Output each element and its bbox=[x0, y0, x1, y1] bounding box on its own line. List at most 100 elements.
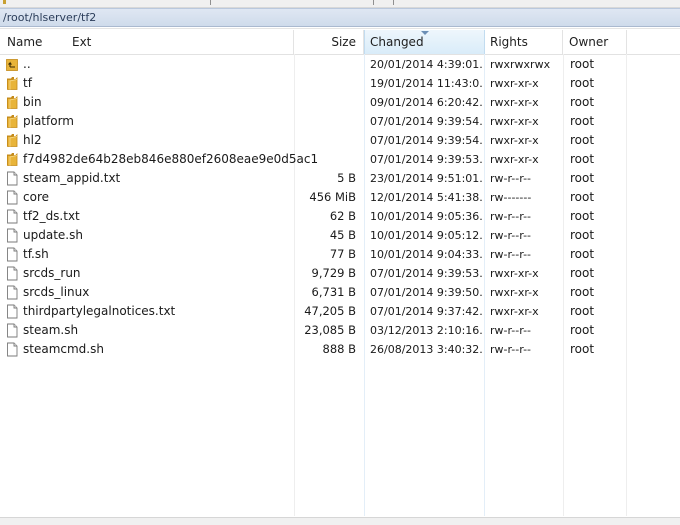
file-icon bbox=[5, 285, 19, 300]
file-rights: rwxr-xr-x bbox=[490, 77, 539, 90]
file-changed: 19/01/2014 11:43:0... bbox=[370, 77, 482, 90]
file-row[interactable]: platform 07/01/2014 9:39:54... rwxr-xr-x ro… bbox=[0, 112, 680, 131]
file-owner: root bbox=[570, 209, 595, 223]
sort-descending-icon bbox=[421, 31, 429, 35]
file-changed: 10/01/2014 9:05:36... bbox=[370, 210, 482, 223]
file-row[interactable]: steam_appid.txt 5 B 23/01/2014 9:51:01... r… bbox=[0, 169, 680, 188]
file-size: 47,205 B bbox=[304, 304, 356, 318]
column-header-owner[interactable]: Owner bbox=[563, 30, 627, 54]
file-icon bbox=[5, 304, 19, 319]
column-name-label: Name bbox=[7, 35, 43, 49]
file-rights: rwxr-xr-x bbox=[490, 134, 539, 147]
file-rights: rwxrwxrwx bbox=[490, 58, 551, 71]
file-row[interactable]: tf2_ds.txt 62 B 10/01/2014 9:05:36... rw-r-… bbox=[0, 207, 680, 226]
toolbar-separator bbox=[393, 0, 394, 5]
file-size bbox=[294, 93, 356, 112]
file-size bbox=[294, 131, 356, 150]
file-changed: 10/01/2014 9:05:12... bbox=[370, 229, 482, 242]
file-row[interactable]: srcds_linux 6,731 B 07/01/2014 9:39:50... r… bbox=[0, 283, 680, 302]
file-owner: root bbox=[570, 247, 595, 261]
file-rights: rw-r--r-- bbox=[490, 210, 532, 223]
column-changed-label: Changed bbox=[370, 35, 424, 49]
file-rights: rwxr-xr-x bbox=[490, 286, 539, 299]
file-rights: rwxr-xr-x bbox=[490, 267, 539, 280]
column-header-changed[interactable]: Changed bbox=[364, 30, 485, 54]
toolbar-separator bbox=[373, 0, 374, 5]
file-owner: root bbox=[570, 171, 595, 185]
file-owner: root bbox=[570, 152, 595, 166]
file-row[interactable]: update.sh 45 B 10/01/2014 9:05:12... rw-r--… bbox=[0, 226, 680, 245]
folder-icon bbox=[5, 152, 19, 167]
file-changed: 23/01/2014 9:51:01... bbox=[370, 172, 482, 185]
file-icon bbox=[5, 209, 19, 224]
file-icon bbox=[5, 266, 19, 281]
file-changed: 20/01/2014 4:39:01... bbox=[370, 58, 482, 71]
file-changed: 07/01/2014 9:37:42... bbox=[370, 305, 482, 318]
column-size-label: Size bbox=[331, 35, 356, 49]
folder-icon bbox=[5, 133, 19, 148]
file-owner: root bbox=[570, 285, 595, 299]
file-owner: root bbox=[570, 190, 595, 204]
file-rights: rw-r--r-- bbox=[490, 172, 532, 185]
file-row[interactable]: core 456 MiB 12/01/2014 5:41:38... rw------… bbox=[0, 188, 680, 207]
file-changed: 26/08/2013 3:40:32... bbox=[370, 343, 482, 356]
file-rights: rw-r--r-- bbox=[490, 343, 532, 356]
parent-folder-icon bbox=[5, 57, 19, 72]
file-owner: root bbox=[570, 57, 595, 71]
folder-icon bbox=[5, 76, 19, 91]
file-rights: rw-r--r-- bbox=[490, 324, 532, 337]
file-changed: 03/12/2013 2:10:16... bbox=[370, 324, 482, 337]
file-size: 23,085 B bbox=[304, 323, 356, 337]
file-row[interactable]: f7d4982de64b28eb846e880ef2608eae9e0d5ac1… bbox=[0, 150, 680, 169]
file-owner: root bbox=[570, 304, 595, 318]
file-rights: rwxr-xr-x bbox=[490, 96, 539, 109]
file-size: 62 B bbox=[329, 209, 356, 223]
file-row[interactable]: bin 09/01/2014 6:20:42... rwxr-xr-x root bbox=[0, 93, 680, 112]
file-owner: root bbox=[570, 228, 595, 242]
file-changed: 07/01/2014 9:39:54... bbox=[370, 115, 482, 128]
toolbar-icon-fragment bbox=[3, 0, 6, 4]
file-changed: 07/01/2014 9:39:50... bbox=[370, 286, 482, 299]
file-size bbox=[294, 55, 356, 74]
file-changed: 07/01/2014 9:39:53... bbox=[370, 153, 482, 166]
file-size: 456 MiB bbox=[309, 190, 356, 204]
file-owner: root bbox=[570, 266, 595, 280]
file-row[interactable]: srcds_run 9,729 B 07/01/2014 9:39:53... rwx… bbox=[0, 264, 680, 283]
file-icon bbox=[5, 190, 19, 205]
column-rights-label: Rights bbox=[490, 35, 528, 49]
file-row[interactable]: steam.sh 23,085 B 03/12/2013 2:10:16... rw-… bbox=[0, 321, 680, 340]
file-size: 888 B bbox=[322, 342, 357, 356]
file-owner: root bbox=[570, 133, 595, 147]
file-changed: 10/01/2014 9:04:33... bbox=[370, 248, 482, 261]
file-row[interactable]: tf 19/01/2014 11:43:0... rwxr-xr-x root bbox=[0, 74, 680, 93]
file-row[interactable]: tf.sh 77 B 10/01/2014 9:04:33... rw-r--r-- r… bbox=[0, 245, 680, 264]
file-changed: 09/01/2014 6:20:42... bbox=[370, 96, 482, 109]
current-path: /root/hlserver/tf2 bbox=[3, 11, 97, 24]
column-header-size[interactable]: Size bbox=[294, 30, 364, 54]
file-size: 5 B bbox=[337, 171, 356, 185]
toolbar-remnant bbox=[0, 0, 680, 8]
file-row[interactable]: hl2 07/01/2014 9:39:54... rwxr-xr-x root bbox=[0, 131, 680, 150]
file-size bbox=[294, 150, 356, 169]
column-header: Name Ext Size Changed Rights Owner bbox=[0, 30, 680, 55]
file-row[interactable]: .. 20/01/2014 4:39:01... rwxrwxrwx root bbox=[0, 55, 680, 74]
folder-icon bbox=[5, 95, 19, 110]
path-bar[interactable]: /root/hlserver/tf2 bbox=[0, 8, 680, 27]
file-rights: rwxr-xr-x bbox=[490, 115, 539, 128]
folder-icon bbox=[5, 114, 19, 129]
file-icon bbox=[5, 247, 19, 262]
column-owner-label: Owner bbox=[569, 35, 609, 49]
toolbar-separator bbox=[210, 0, 211, 5]
column-header-rights[interactable]: Rights bbox=[485, 30, 563, 54]
file-rights: rwxr-xr-x bbox=[490, 305, 539, 318]
file-changed: 07/01/2014 9:39:54... bbox=[370, 134, 482, 147]
file-owner: root bbox=[570, 114, 595, 128]
file-size bbox=[294, 74, 356, 93]
column-ext-label[interactable]: Ext bbox=[72, 30, 91, 54]
file-icon bbox=[5, 323, 19, 338]
file-icon bbox=[5, 342, 19, 357]
file-row[interactable]: steamcmd.sh 888 B 26/08/2013 3:40:32... rw-… bbox=[0, 340, 680, 359]
file-icon bbox=[5, 171, 19, 186]
file-row[interactable]: thirdpartylegalnotices.txt 47,205 B 07/01/… bbox=[0, 302, 680, 321]
column-header-name[interactable]: Name Ext bbox=[0, 30, 294, 54]
